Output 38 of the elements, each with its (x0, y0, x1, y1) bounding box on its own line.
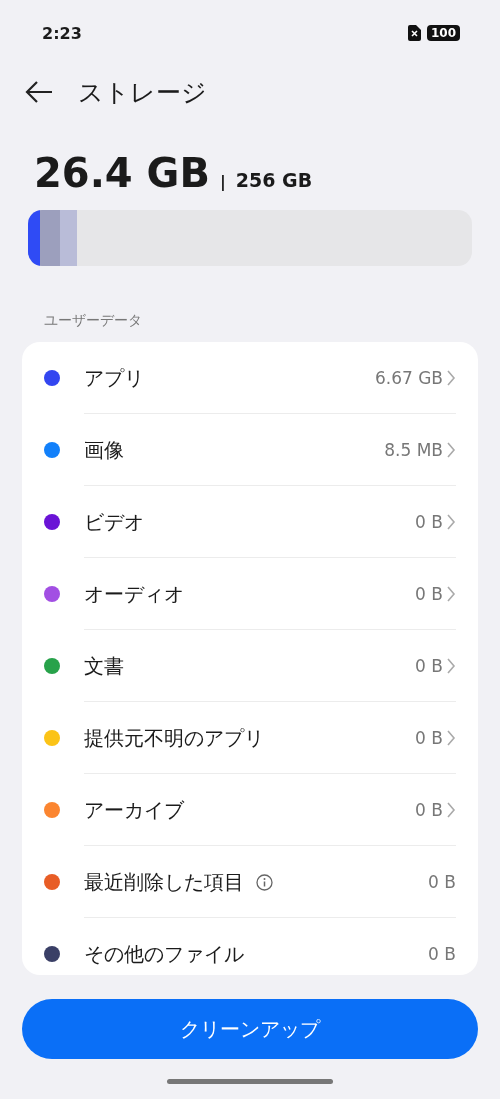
status-time: 2:23 (42, 23, 82, 43)
category-row[interactable]: アーカイブ 0 B (22, 774, 478, 846)
used-storage: 26.4 GB (34, 150, 210, 196)
category-name: 画像 (84, 436, 124, 464)
category-name: 最近削除した項目 (84, 868, 244, 896)
category-size: 0 B (415, 728, 443, 748)
category-row[interactable]: アプリ 6.67 GB (22, 342, 478, 414)
category-row[interactable]: ビデオ 0 B (22, 486, 478, 558)
separator: | (219, 172, 226, 191)
category-row[interactable]: オーディオ 0 B (22, 558, 478, 630)
info-icon[interactable] (256, 873, 273, 891)
category-size: 0 B (415, 584, 443, 604)
category-size: 0 B (428, 872, 456, 892)
category-row[interactable]: 最近削除した項目 0 B (22, 846, 478, 918)
page-title: ストレージ (78, 76, 207, 109)
category-name: 提供元不明のアプリ (84, 724, 264, 752)
category-row[interactable]: 提供元不明のアプリ 0 B (22, 702, 478, 774)
category-row[interactable]: 画像 8.5 MB (22, 414, 478, 486)
category-name: ビデオ (84, 508, 144, 536)
battery-level: 100 (426, 25, 460, 41)
sim-icon (407, 25, 421, 41)
back-arrow-icon[interactable] (24, 80, 54, 104)
category-size: 8.5 MB (384, 440, 443, 460)
category-name: 文書 (84, 652, 124, 680)
total-storage: 256 GB (235, 169, 313, 191)
category-name: アプリ (84, 364, 144, 392)
category-size: 0 B (415, 656, 443, 676)
category-name: アーカイブ (84, 796, 184, 824)
category-name: オーディオ (84, 580, 184, 608)
category-name: その他のファイル (84, 940, 244, 968)
category-size: 6.67 GB (374, 368, 443, 388)
category-size: 0 B (428, 944, 456, 964)
category-size: 0 B (415, 512, 443, 532)
cleanup-button[interactable]: クリーンアップ (22, 999, 478, 1059)
category-size: 0 B (415, 800, 443, 820)
section-label: ユーザーデータ (44, 312, 143, 330)
category-row[interactable]: 文書 0 B (22, 630, 478, 702)
category-row[interactable]: その他のファイル 0 B (22, 918, 478, 975)
